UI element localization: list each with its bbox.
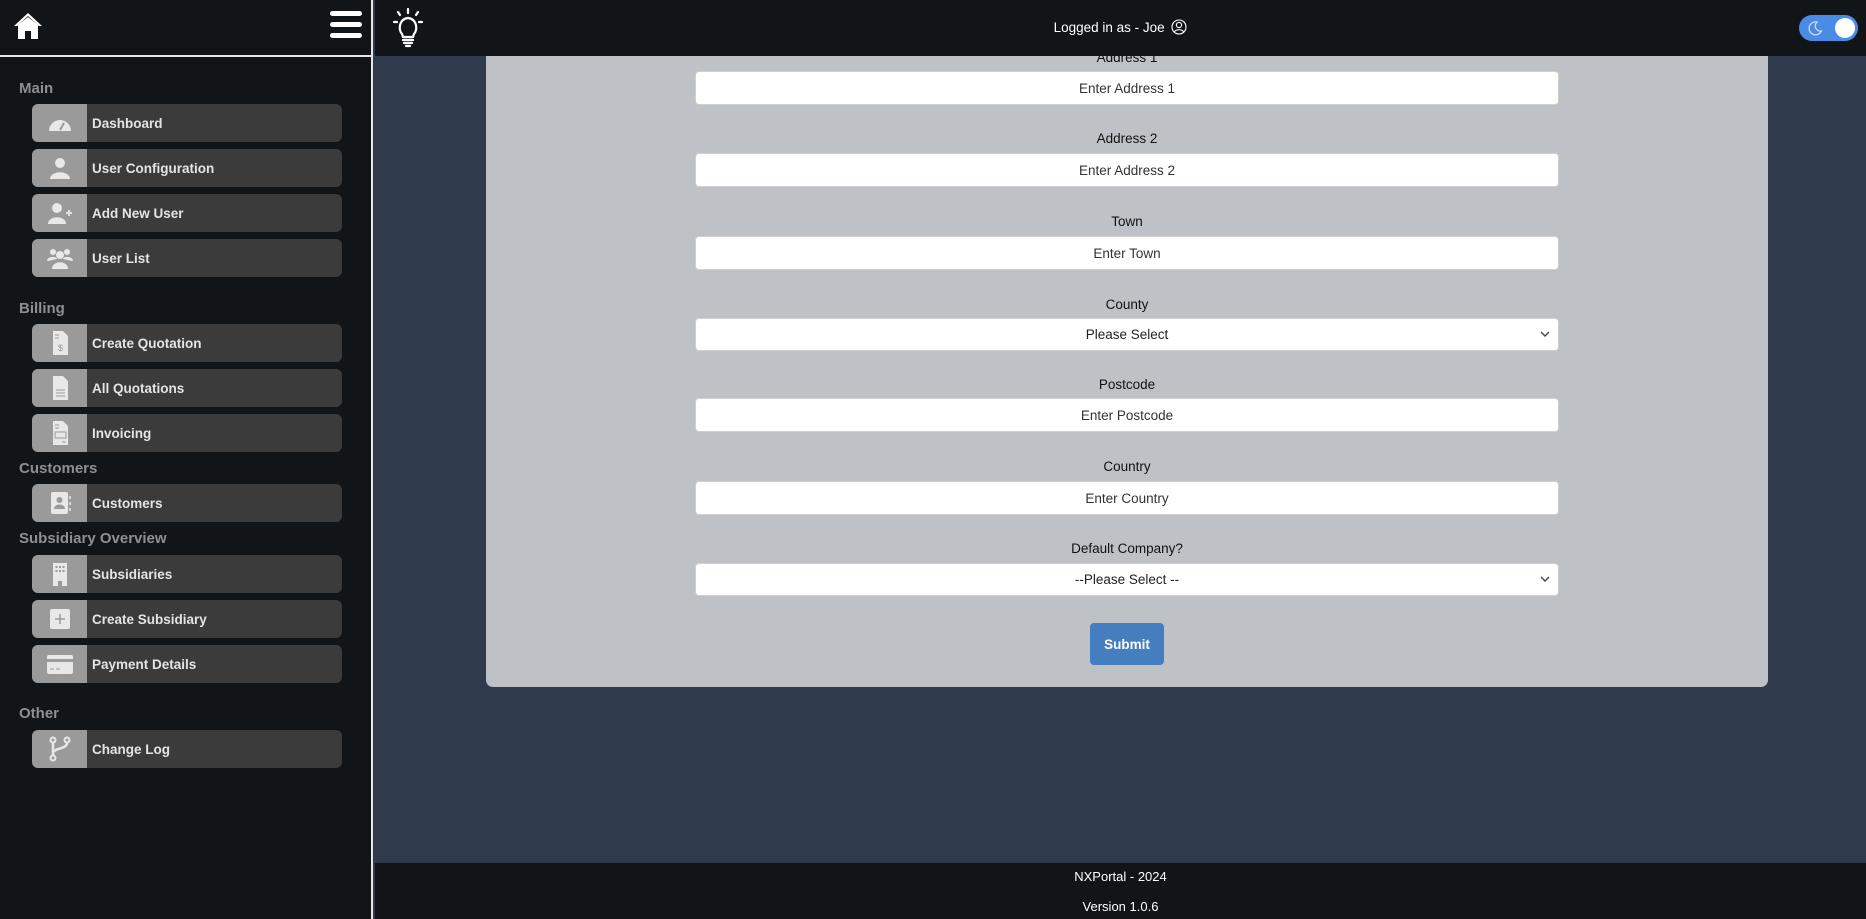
logged-in-status: Logged in as - Joe [375, 19, 1866, 35]
sidebar-item-add-new-user[interactable]: Add New User [32, 194, 342, 232]
file-lines-icon [52, 376, 68, 400]
section-title-subsidiary-overview: Subsidiary Overview [19, 530, 167, 547]
home-icon[interactable] [12, 11, 44, 41]
sidebar-item-label: User List [92, 250, 150, 266]
sidebar-item-invoicing[interactable]: Invoicing [32, 414, 342, 452]
sidebar-item-create-quotation[interactable]: $ Create Quotation [32, 324, 342, 362]
sidebar-item-user-list[interactable]: User List [32, 239, 342, 277]
footer: NXPortal - 2024 Version 1.0.6 [375, 863, 1866, 919]
sidebar-item-all-quotations[interactable]: All Quotations [32, 369, 342, 407]
sidebar-item-label: Change Log [92, 741, 170, 757]
app-root: Address 1 Address 2 Town County Please S… [0, 0, 1866, 919]
sidebar-item-label: All Quotations [92, 380, 185, 396]
toggle-knob [1835, 18, 1855, 38]
sidebar-header [0, 0, 371, 57]
sidebar-item-label: Add New User [92, 205, 184, 221]
credit-card-icon [46, 655, 73, 674]
user-circle-icon[interactable] [1171, 19, 1187, 35]
footer-copyright: NXPortal - 2024 [1074, 869, 1167, 884]
sidebar-item-change-log[interactable]: Change Log [32, 730, 342, 768]
section-title-other: Other [19, 705, 60, 722]
county-select-value: Please Select [1085, 327, 1169, 342]
sidebar-item-user-configuration[interactable]: User Configuration [32, 149, 342, 187]
users-icon [46, 249, 73, 269]
country-input[interactable] [695, 481, 1559, 515]
building-icon [52, 563, 67, 586]
sidebar-item-label: Payment Details [92, 656, 197, 672]
moon-icon [1808, 21, 1823, 36]
sidebar-item-label: Customers [92, 495, 163, 511]
chevron-down-icon [1540, 576, 1550, 582]
footer-version: Version 1.0.6 [1082, 899, 1159, 914]
invoice-dollar-icon: $ [52, 331, 68, 355]
address-book-icon [50, 492, 71, 514]
sidebar: Main Dashboard User Configuration Add Ne… [0, 0, 373, 919]
town-input[interactable] [695, 236, 1559, 270]
user-plus-icon [47, 203, 72, 224]
svg-text:$: $ [57, 343, 62, 353]
section-title-billing: Billing [19, 300, 65, 317]
sidebar-item-label: Create Subsidiary [92, 611, 207, 627]
sidebar-item-dashboard[interactable]: Dashboard [32, 104, 342, 142]
section-title-main: Main [19, 80, 54, 97]
field-label-default-company: Default Company? [1071, 541, 1183, 556]
postcode-input[interactable] [695, 398, 1559, 432]
field-label-county: County [1105, 297, 1149, 312]
sidebar-item-payment-details[interactable]: Payment Details [32, 645, 342, 683]
field-label-country: Country [1103, 459, 1151, 474]
code-branch-icon [49, 736, 70, 762]
hamburger-menu-icon[interactable] [330, 11, 362, 39]
address-2-input[interactable] [695, 153, 1559, 187]
plus-square-icon [49, 609, 70, 629]
address-1-input[interactable] [695, 71, 1559, 105]
theme-toggle[interactable] [1799, 15, 1858, 41]
sidebar-item-label: Invoicing [92, 425, 152, 441]
field-label-address-2: Address 2 [1096, 131, 1158, 146]
submit-button[interactable]: Submit [1090, 623, 1164, 665]
county-select[interactable]: Please Select [695, 318, 1559, 351]
default-company-select-value: --Please Select -- [1074, 572, 1180, 587]
user-icon [49, 158, 70, 179]
sidebar-item-label: Subsidiaries [92, 566, 173, 582]
invoice-icon [52, 421, 68, 445]
field-label-town: Town [1111, 214, 1143, 229]
sidebar-item-subsidiaries[interactable]: Subsidiaries [32, 555, 342, 593]
gauge-icon [48, 120, 71, 131]
default-company-select[interactable]: --Please Select -- [695, 563, 1559, 596]
sidebar-item-create-subsidiary[interactable]: Create Subsidiary [32, 600, 342, 638]
logged-in-text: Logged in as - Joe [1053, 20, 1165, 35]
sidebar-item-label: Create Quotation [92, 335, 202, 351]
sidebar-item-label: Dashboard [92, 115, 163, 131]
sidebar-item-label: User Configuration [92, 160, 215, 176]
field-label-postcode: Postcode [1098, 377, 1156, 392]
sidebar-item-customers[interactable]: Customers [32, 484, 342, 522]
section-title-customers: Customers [19, 460, 98, 477]
chevron-down-icon [1540, 331, 1550, 337]
top-bar: Logged in as - Joe [375, 0, 1866, 56]
